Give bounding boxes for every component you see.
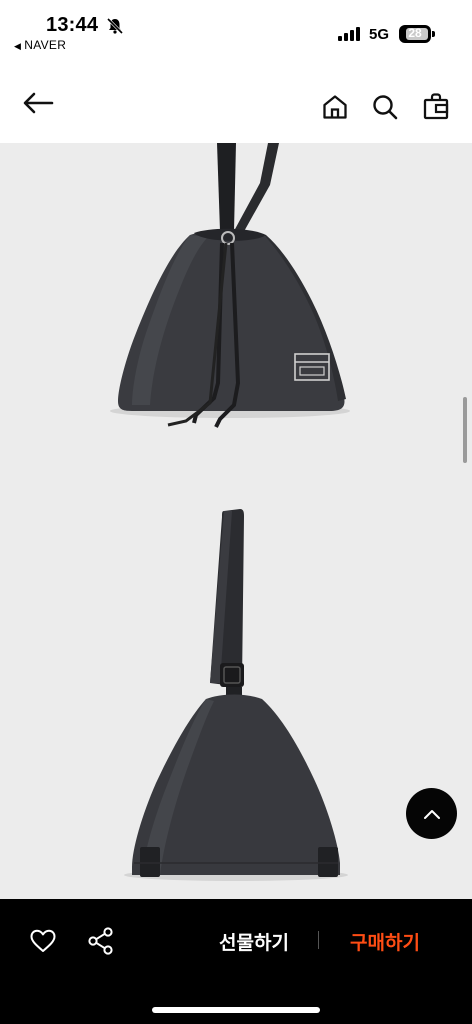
battery-tip (432, 31, 435, 37)
back-triangle-icon: ◀ (14, 41, 22, 51)
chevron-up-icon (423, 809, 440, 819)
bottom-action-bar: 선물하기 구매하기 (0, 899, 472, 1024)
scrollbar-thumb[interactable] (463, 397, 467, 463)
scroll-to-top-button[interactable] (406, 788, 457, 839)
button-divider (318, 931, 319, 949)
product-images-area[interactable] (0, 143, 472, 899)
gift-button[interactable]: 선물하기 (210, 927, 298, 955)
back-to-app-link[interactable]: ◀ NAVER (14, 38, 66, 52)
back-app-label: NAVER (24, 38, 67, 52)
product-image-side (0, 503, 472, 899)
heart-icon[interactable] (30, 929, 56, 953)
buy-button[interactable]: 구매하기 (340, 927, 430, 955)
status-bar: 13:44 ◀ NAVER 5G 28 (0, 0, 472, 56)
share-icon[interactable] (88, 927, 114, 955)
silent-bell-icon (106, 17, 124, 35)
network-type: 5G (369, 26, 390, 43)
top-nav-bar (0, 56, 472, 143)
battery-level: 28 (408, 26, 422, 40)
back-arrow-icon[interactable] (22, 92, 54, 114)
search-icon[interactable] (372, 94, 398, 120)
cellular-signal-icon (338, 27, 360, 41)
status-time: 13:44 (46, 14, 99, 36)
shopping-bag-icon[interactable] (423, 93, 449, 120)
home-indicator (152, 1007, 320, 1013)
battery-icon: 28 (399, 25, 431, 43)
product-image-front (0, 143, 472, 483)
product-detail-page: 13:44 ◀ NAVER 5G 28 선물하기 구매하기 (0, 0, 472, 1024)
home-icon[interactable] (322, 94, 348, 120)
